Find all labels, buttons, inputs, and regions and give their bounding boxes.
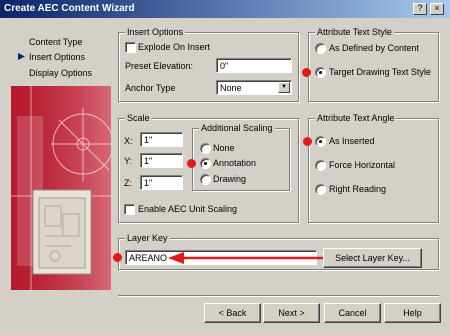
as-defined-by-content-label: As Defined by Content [329, 43, 420, 53]
radio-scaling-drawing[interactable] [200, 174, 211, 185]
annotation-marker [113, 253, 122, 262]
explode-on-insert-checkbox[interactable] [125, 42, 136, 53]
radio-force-horizontal[interactable] [315, 160, 326, 171]
nav-current-arrow-icon [18, 52, 25, 60]
cancel-button[interactable]: Cancel [324, 303, 381, 323]
scaling-drawing-label: Drawing [213, 174, 247, 184]
footer-divider [118, 295, 439, 296]
close-button[interactable]: × [430, 3, 444, 15]
nav-item-label: Content Type [29, 37, 83, 47]
group-title: Insert Options [125, 27, 186, 38]
next-button[interactable]: Next > [263, 303, 320, 323]
attribute-text-angle-group: Attribute Text Angle [308, 113, 439, 223]
as-inserted-label: As Inserted [329, 136, 375, 146]
right-reading-label: Right Reading [329, 184, 387, 194]
radio-target-drawing-text-style[interactable] [315, 67, 326, 78]
scaling-annotation-label: Annotation [213, 158, 257, 168]
z-scale-input[interactable]: 1" [140, 175, 183, 190]
help-button[interactable]: Help [384, 303, 441, 323]
target-drawing-text-style-label: Target Drawing Text Style [329, 67, 431, 77]
nav-item-insert-options[interactable]: Insert Options [29, 52, 85, 62]
radio-scaling-annotation[interactable] [200, 158, 211, 169]
annotation-marker [187, 159, 196, 168]
enable-aec-unit-scaling-label: Enable AEC Unit Scaling [138, 204, 238, 214]
select-layer-key-button[interactable]: Select Layer Key... [323, 248, 422, 268]
help-title-button[interactable]: ? [413, 3, 427, 15]
anchor-type-value: None [220, 83, 242, 93]
anchor-type-dropdown[interactable]: None ▼ [216, 80, 292, 95]
y-scale-label: Y: [124, 156, 133, 166]
group-title: Scale [125, 113, 152, 124]
group-title: Layer Key [125, 233, 170, 244]
scaling-none-label: None [213, 143, 235, 153]
anchor-type-label: Anchor Type [125, 83, 176, 93]
preset-elevation-input[interactable]: 0" [216, 58, 292, 73]
group-title: Attribute Text Angle [315, 113, 397, 124]
force-horizontal-label: Force Horizontal [329, 160, 396, 170]
wizard-illustration [11, 86, 114, 290]
nav-item-label: Insert Options [29, 52, 86, 62]
annotation-marker [302, 68, 311, 77]
back-button[interactable]: < Back [204, 303, 261, 323]
nav-item-content-type[interactable]: Content Type [29, 37, 82, 47]
radio-as-defined-by-content[interactable] [315, 43, 326, 54]
title-bar: Create AEC Content Wizard [0, 0, 450, 18]
window-title: Create AEC Content Wizard [4, 3, 135, 14]
y-scale-input[interactable]: 1" [140, 153, 183, 168]
x-scale-label: X: [124, 136, 133, 146]
radio-as-inserted[interactable] [315, 136, 326, 147]
nav-item-label: Display Options [29, 68, 93, 78]
enable-aec-unit-scaling-checkbox[interactable] [124, 204, 135, 215]
nav-item-display-options[interactable]: Display Options [29, 68, 92, 78]
z-scale-label: Z: [124, 178, 132, 188]
red-arrow-icon [168, 248, 328, 268]
preset-elevation-label: Preset Elevation: [125, 61, 194, 71]
radio-scaling-none[interactable] [200, 143, 211, 154]
x-scale-input[interactable]: 1" [140, 132, 183, 147]
radio-right-reading[interactable] [315, 184, 326, 195]
group-title: Attribute Text Style [315, 27, 394, 38]
chevron-down-icon[interactable]: ▼ [278, 82, 290, 93]
group-title: Additional Scaling [199, 123, 275, 134]
explode-on-insert-label: Explode On Insert [138, 42, 211, 52]
annotation-marker [303, 137, 312, 146]
